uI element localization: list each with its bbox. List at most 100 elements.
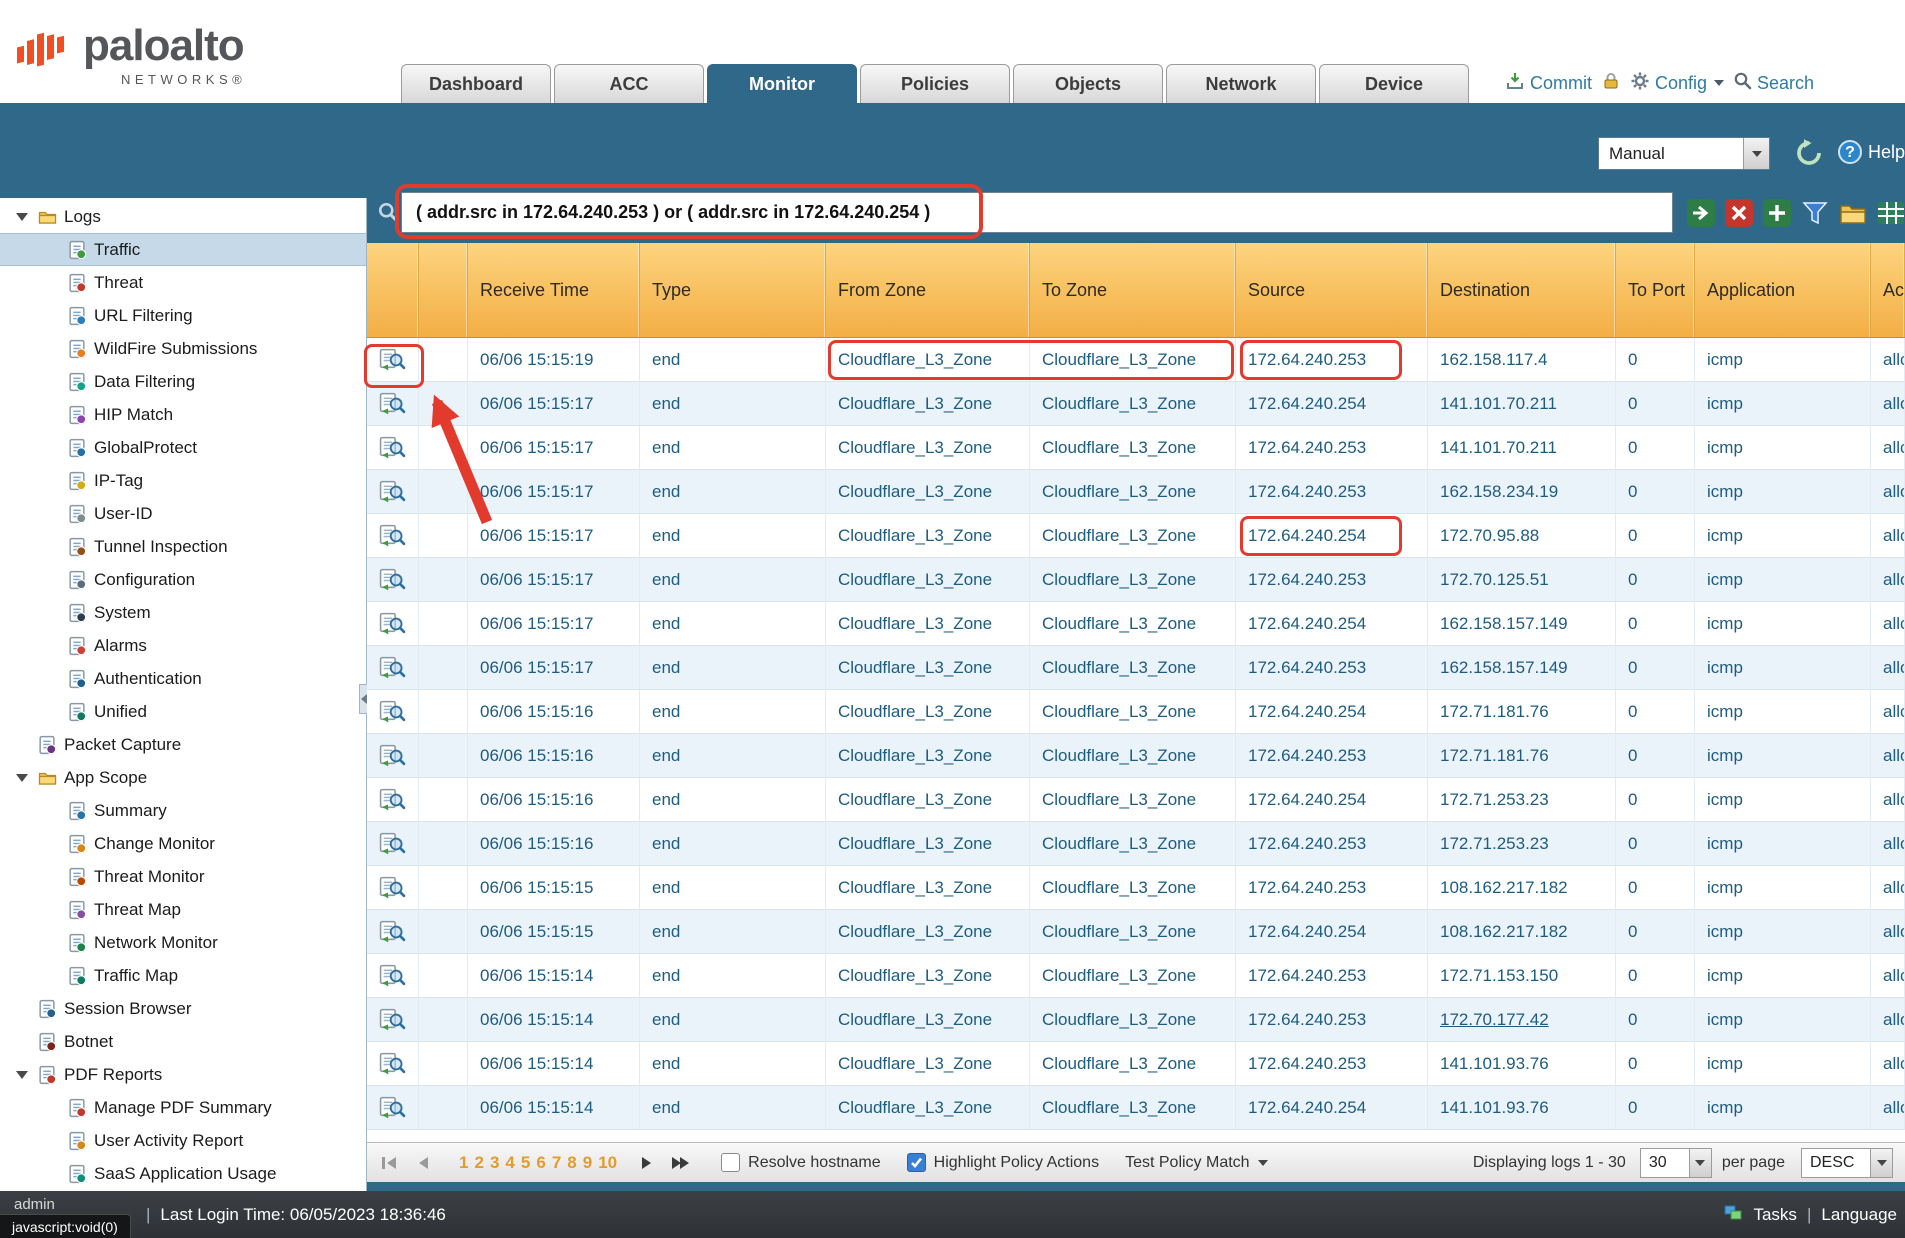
log-detail-icon[interactable]	[379, 568, 406, 591]
page-link-10[interactable]: 10	[598, 1153, 617, 1173]
log-detail-icon[interactable]	[379, 524, 406, 547]
sidebar-item-wildfire-submissions[interactable]: WildFire Submissions	[0, 332, 366, 365]
tab-objects[interactable]: Objects	[1013, 64, 1163, 103]
sidebar-item-botnet[interactable]: Botnet	[0, 1025, 366, 1058]
config-button[interactable]: Config	[1630, 71, 1724, 96]
log-detail-icon[interactable]	[379, 1008, 406, 1031]
page-link-3[interactable]: 3	[490, 1153, 499, 1173]
sidebar-item-logs[interactable]: Logs	[0, 200, 366, 233]
sort-order-select[interactable]: DESC	[1801, 1148, 1893, 1178]
tab-device[interactable]: Device	[1319, 64, 1469, 103]
log-detail-icon[interactable]	[379, 392, 406, 415]
sidebar-item-app-scope[interactable]: App Scope	[0, 761, 366, 794]
commit-button[interactable]: Commit	[1505, 71, 1592, 96]
page-link-1[interactable]: 1	[459, 1153, 468, 1173]
sidebar-item-system[interactable]: System	[0, 596, 366, 629]
page-link-6[interactable]: 6	[536, 1153, 545, 1173]
column-header-destination[interactable]: Destination	[1428, 243, 1616, 337]
tasks-button[interactable]: Tasks	[1753, 1205, 1796, 1225]
sidebar-item-data-filtering[interactable]: Data Filtering	[0, 365, 366, 398]
log-detail-icon[interactable]	[379, 348, 406, 371]
page-link-9[interactable]: 9	[583, 1153, 592, 1173]
log-detail-icon[interactable]	[379, 656, 406, 679]
refresh-mode-dropdown-button[interactable]	[1743, 138, 1769, 169]
tab-network[interactable]: Network	[1166, 64, 1316, 103]
sidebar-item-url-filtering[interactable]: URL Filtering	[0, 299, 366, 332]
column-header-application[interactable]: Application	[1695, 243, 1871, 337]
log-detail-icon[interactable]	[379, 1052, 406, 1075]
page-link-7[interactable]: 7	[552, 1153, 561, 1173]
highlight-policy-actions-checkbox[interactable]	[907, 1153, 926, 1172]
first-page-button[interactable]	[379, 1154, 401, 1172]
log-detail-icon[interactable]	[379, 480, 406, 503]
sidebar-item-pdf-reports[interactable]: PDF Reports	[0, 1058, 366, 1091]
column-header-type[interactable]: Type	[640, 243, 826, 337]
sidebar-item-summary[interactable]: Summary	[0, 794, 366, 827]
last-page-button[interactable]	[669, 1154, 693, 1172]
refresh-mode-select[interactable]: Manual	[1598, 137, 1770, 170]
per-page-select[interactable]: 30	[1640, 1148, 1712, 1178]
sidebar-item-authentication[interactable]: Authentication	[0, 662, 366, 695]
page-link-8[interactable]: 8	[567, 1153, 576, 1173]
page-link-4[interactable]: 4	[505, 1153, 514, 1173]
load-filter-icon[interactable]	[1838, 198, 1868, 228]
log-detail-icon[interactable]	[379, 1096, 406, 1119]
sidebar-item-hip-match[interactable]: HIP Match	[0, 398, 366, 431]
sidebar-item-configuration[interactable]: Configuration	[0, 563, 366, 596]
tab-monitor[interactable]: Monitor	[707, 64, 857, 103]
log-detail-icon[interactable]	[379, 832, 406, 855]
export-icon[interactable]	[1876, 198, 1905, 228]
column-header-receive-time[interactable]: Receive Time	[468, 243, 640, 337]
page-link-2[interactable]: 2	[474, 1153, 483, 1173]
lock-icon[interactable]	[1601, 71, 1621, 96]
log-filter-input[interactable]: ( addr.src in 172.64.240.253 ) or ( addr…	[401, 192, 1673, 233]
column-header-to-port[interactable]: To Port	[1616, 243, 1695, 337]
log-detail-icon[interactable]	[379, 744, 406, 767]
clear-filter-button[interactable]	[1724, 198, 1754, 228]
sidebar-item-change-monitor[interactable]: Change Monitor	[0, 827, 366, 860]
log-detail-icon[interactable]	[379, 964, 406, 987]
resolve-hostname-checkbox[interactable]	[721, 1153, 740, 1172]
sort-order-dropdown-button[interactable]	[1870, 1149, 1892, 1177]
cell-destination[interactable]: 172.70.177.42	[1440, 1010, 1549, 1030]
sidebar-item-manage-pdf-summary[interactable]: Manage PDF Summary	[0, 1091, 366, 1124]
sidebar-item-threat-monitor[interactable]: Threat Monitor	[0, 860, 366, 893]
next-page-button[interactable]	[639, 1154, 655, 1172]
test-policy-match-button[interactable]: Test Policy Match	[1125, 1154, 1267, 1172]
log-detail-icon[interactable]	[379, 788, 406, 811]
logged-in-user[interactable]: admin	[14, 1196, 55, 1213]
add-filter-button[interactable]	[1762, 198, 1792, 228]
log-detail-icon[interactable]	[379, 612, 406, 635]
log-detail-icon[interactable]	[379, 436, 406, 459]
expand-arrow-icon[interactable]	[10, 213, 34, 221]
prev-page-button[interactable]	[415, 1154, 431, 1172]
expand-arrow-icon[interactable]	[10, 774, 34, 782]
column-header-to-zone[interactable]: To Zone	[1030, 243, 1236, 337]
save-filter-icon[interactable]	[1800, 198, 1830, 228]
sidebar-item-user-activity-report[interactable]: User Activity Report	[0, 1124, 366, 1157]
sidebar-item-threat-map[interactable]: Threat Map	[0, 893, 366, 926]
sidebar-item-globalprotect[interactable]: GlobalProtect	[0, 431, 366, 464]
expand-arrow-icon[interactable]	[10, 1071, 34, 1079]
column-header-source[interactable]: Source	[1236, 243, 1428, 337]
sidebar-item-tunnel-inspection[interactable]: Tunnel Inspection	[0, 530, 366, 563]
sidebar-item-alarms[interactable]: Alarms	[0, 629, 366, 662]
log-detail-icon[interactable]	[379, 876, 406, 899]
refresh-icon[interactable]	[1794, 138, 1824, 168]
tab-acc[interactable]: ACC	[554, 64, 704, 103]
column-header-action[interactable]: Action	[1871, 243, 1905, 337]
sidebar-item-traffic-map[interactable]: Traffic Map	[0, 959, 366, 992]
language-button[interactable]: Language	[1821, 1205, 1897, 1225]
sidebar-item-threat[interactable]: Threat	[0, 266, 366, 299]
sidebar-item-traffic[interactable]: Traffic	[0, 233, 366, 266]
search-button[interactable]: Search	[1733, 71, 1814, 95]
sidebar-item-user-id[interactable]: User-ID	[0, 497, 366, 530]
tab-policies[interactable]: Policies	[860, 64, 1010, 103]
sidebar-item-session-browser[interactable]: Session Browser	[0, 992, 366, 1025]
column-header-from-zone[interactable]: From Zone	[826, 243, 1030, 337]
sidebar-item-packet-capture[interactable]: Packet Capture	[0, 728, 366, 761]
sidebar-item-unified[interactable]: Unified	[0, 695, 366, 728]
log-detail-icon[interactable]	[379, 700, 406, 723]
per-page-dropdown-button[interactable]	[1689, 1149, 1711, 1177]
help-button[interactable]: ? Help	[1838, 140, 1905, 164]
